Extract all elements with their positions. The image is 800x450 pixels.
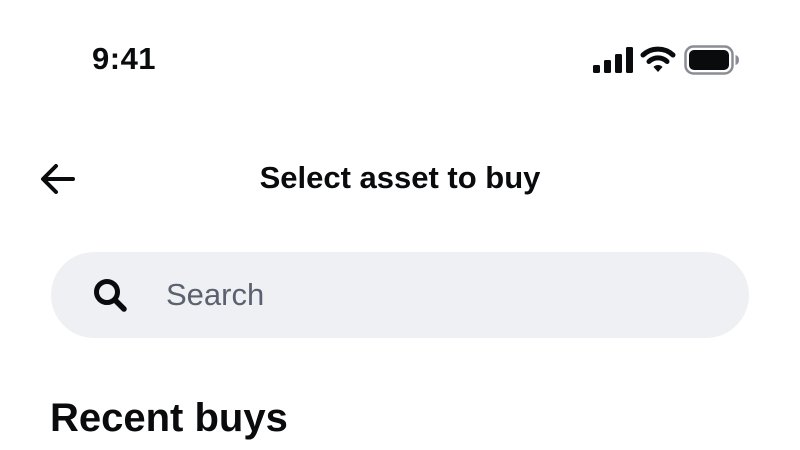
- app-header: Select asset to buy: [0, 140, 800, 216]
- battery-icon: [684, 45, 739, 75]
- wifi-icon: [640, 46, 676, 72]
- signal-icon: [593, 47, 633, 73]
- status-time: 9:41: [92, 41, 157, 76]
- search-icon: [94, 279, 127, 312]
- status-bar: 9:41: [0, 0, 800, 120]
- page-title: Select asset to buy: [259, 160, 541, 195]
- recent-buys-heading: Recent buys: [50, 396, 288, 440]
- search-input[interactable]: [166, 252, 726, 338]
- search-bar[interactable]: [51, 252, 749, 338]
